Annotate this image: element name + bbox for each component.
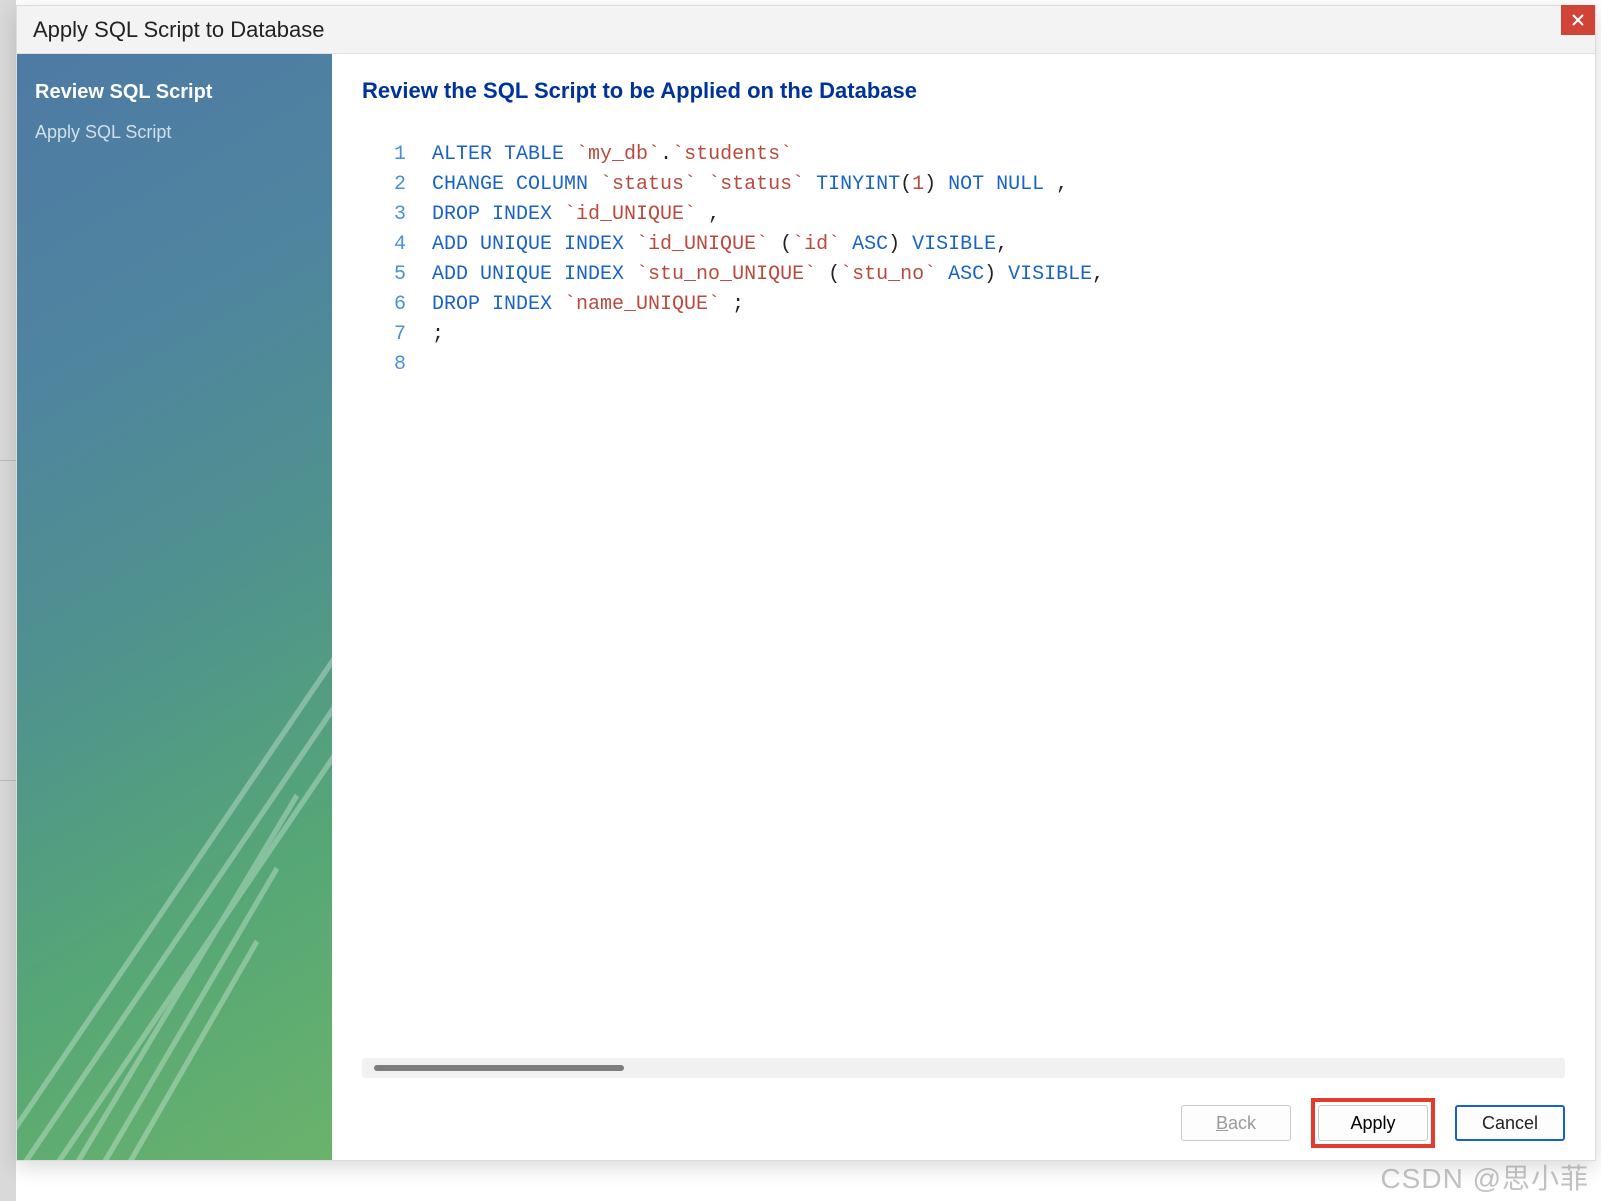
line-number: 2 — [382, 170, 432, 200]
line-number: 1 — [382, 140, 432, 170]
watermark: CSDN @思小菲 — [1380, 1157, 1589, 1197]
close-button[interactable] — [1561, 5, 1595, 35]
wizard-step-review[interactable]: Review SQL Script — [35, 72, 314, 112]
back-button-accelerator: B — [1216, 1113, 1228, 1134]
code-text[interactable]: ; — [432, 320, 444, 350]
code-line[interactable]: 6DROP INDEX `name_UNIQUE` ; — [382, 290, 1565, 320]
code-text[interactable]: DROP INDEX `id_UNIQUE` , — [432, 200, 720, 230]
scrollbar-thumb[interactable] — [374, 1065, 624, 1071]
code-text[interactable]: ADD UNIQUE INDEX `id_UNIQUE` (`id` ASC) … — [432, 230, 1008, 260]
wizard-sidebar: Review SQL Script Apply SQL Script — [17, 54, 332, 1160]
code-line[interactable]: 7; — [382, 320, 1565, 350]
line-number: 8 — [382, 350, 432, 380]
line-number: 6 — [382, 290, 432, 320]
code-line[interactable]: 8 — [382, 350, 1565, 380]
page-title: Review the SQL Script to be Applied on t… — [362, 78, 1565, 104]
code-line[interactable]: 4ADD UNIQUE INDEX `id_UNIQUE` (`id` ASC)… — [382, 230, 1565, 260]
line-number: 3 — [382, 200, 432, 230]
dialog-title: Apply SQL Script to Database — [33, 17, 324, 43]
code-text[interactable]: CHANGE COLUMN `status` `status` TINYINT(… — [432, 170, 1068, 200]
code-text[interactable]: ALTER TABLE `my_db`.`students` — [432, 140, 792, 170]
code-line[interactable]: 1ALTER TABLE `my_db`.`students` — [382, 140, 1565, 170]
code-line[interactable]: 3DROP INDEX `id_UNIQUE` , — [382, 200, 1565, 230]
code-text[interactable]: ADD UNIQUE INDEX `stu_no_UNIQUE` (`stu_n… — [432, 260, 1104, 290]
main-panel: Review the SQL Script to be Applied on t… — [332, 54, 1595, 1160]
sidebar-decoration — [17, 552, 332, 1160]
button-bar: Back Apply Cancel — [362, 1078, 1565, 1148]
apply-sql-dialog: Apply SQL Script to Database Review SQL … — [16, 5, 1596, 1161]
apply-button-highlight: Apply — [1311, 1098, 1435, 1148]
cancel-button[interactable]: Cancel — [1455, 1105, 1565, 1141]
code-text[interactable]: DROP INDEX `name_UNIQUE` ; — [432, 290, 744, 320]
back-button: Back — [1181, 1105, 1291, 1141]
code-line[interactable]: 2CHANGE COLUMN `status` `status` TINYINT… — [382, 170, 1565, 200]
back-button-rest: ack — [1228, 1113, 1256, 1134]
line-number: 5 — [382, 260, 432, 290]
wizard-step-apply[interactable]: Apply SQL Script — [35, 112, 314, 152]
apply-button[interactable]: Apply — [1318, 1105, 1428, 1141]
close-icon — [1572, 14, 1584, 26]
titlebar: Apply SQL Script to Database — [17, 6, 1595, 54]
line-number: 4 — [382, 230, 432, 260]
code-line[interactable]: 5ADD UNIQUE INDEX `stu_no_UNIQUE` (`stu_… — [382, 260, 1565, 290]
sql-editor[interactable]: 1ALTER TABLE `my_db`.`students`2CHANGE C… — [362, 140, 1565, 1054]
editor-horizontal-scrollbar[interactable] — [362, 1058, 1565, 1078]
line-number: 7 — [382, 320, 432, 350]
